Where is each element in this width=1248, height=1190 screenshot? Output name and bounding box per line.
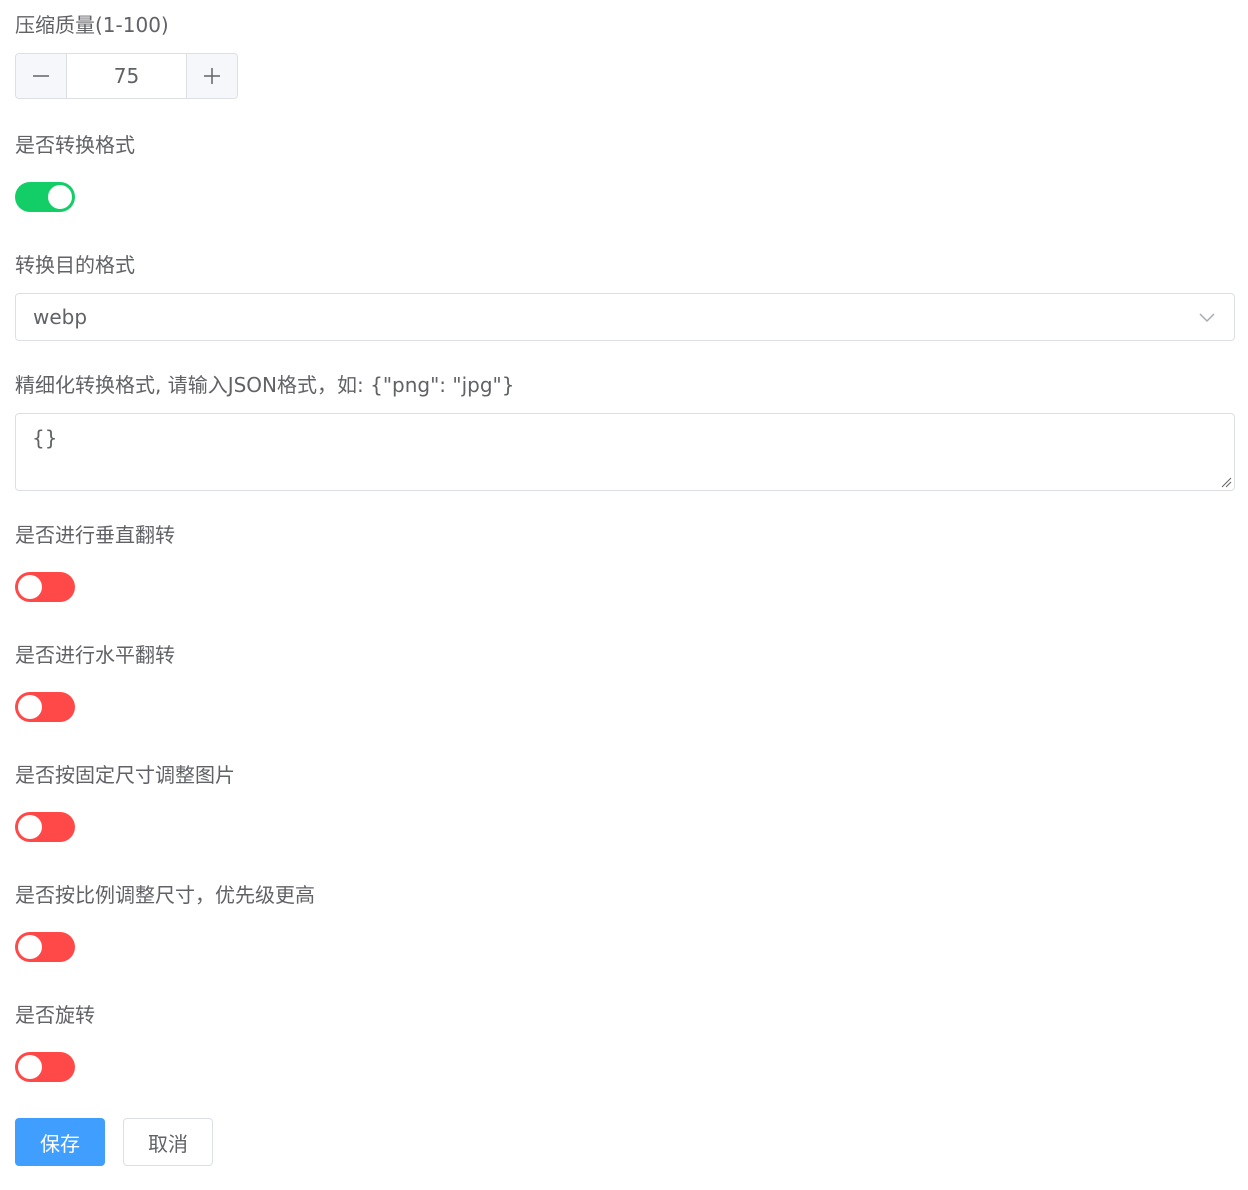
rotate-switch[interactable] [15,1052,75,1082]
switch-knob [48,185,72,209]
horizontal-flip-label: 是否进行水平翻转 [15,643,175,667]
convert-format-label: 是否转换格式 [15,133,135,157]
plus-icon [204,68,220,84]
fixed-resize-switch[interactable] [15,812,75,842]
compress-quality-label: 压缩质量(1-100) [15,13,169,37]
minus-icon [33,75,49,77]
switch-knob [18,575,42,599]
compress-quality-input[interactable]: 75 [67,54,186,98]
vertical-flip-label: 是否进行垂直翻转 [15,523,175,547]
fine-format-value: {} [32,426,58,450]
increment-button[interactable] [186,54,237,98]
compress-quality-stepper: 75 [15,53,238,99]
target-format-label: 转换目的格式 [15,253,135,277]
convert-format-switch[interactable] [15,182,75,212]
chevron-down-icon [1199,313,1215,323]
ratio-resize-label: 是否按比例调整尺寸，优先级更高 [15,883,315,907]
vertical-flip-switch[interactable] [15,572,75,602]
fixed-resize-label: 是否按固定尺寸调整图片 [15,763,235,787]
switch-knob [18,695,42,719]
fine-format-label: 精细化转换格式, 请输入JSON格式，如: {"png": "jpg"} [15,373,515,397]
horizontal-flip-switch[interactable] [15,692,75,722]
switch-knob [18,1055,42,1079]
cancel-button[interactable]: 取消 [123,1118,213,1166]
target-format-select[interactable]: webp [15,293,1235,341]
rotate-label: 是否旋转 [15,1003,95,1027]
fine-format-textarea[interactable]: {} [15,413,1235,491]
switch-knob [18,935,42,959]
save-button[interactable]: 保存 [15,1118,105,1166]
target-format-value: webp [33,305,88,329]
ratio-resize-switch[interactable] [15,932,75,962]
decrement-button[interactable] [16,54,67,98]
resize-handle-icon[interactable] [1220,476,1232,488]
switch-knob [18,815,42,839]
